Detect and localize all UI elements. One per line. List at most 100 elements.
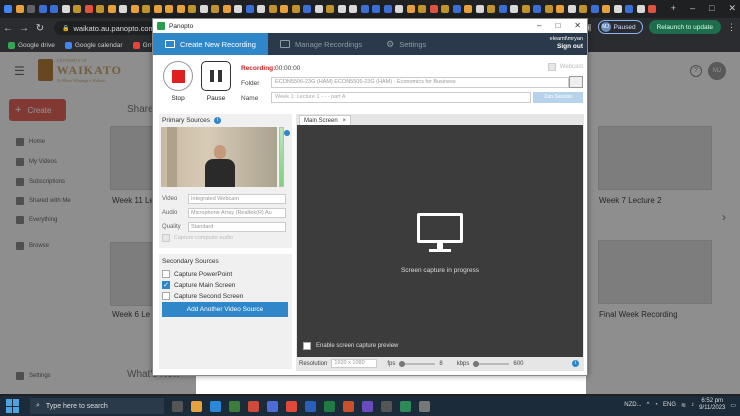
bookmark-google-calendar[interactable]: Google calendar — [64, 41, 123, 49]
reload-icon[interactable]: ↻ — [32, 23, 48, 34]
tab-favicon[interactable] — [38, 5, 47, 13]
sign-out-link[interactable]: Sign out — [550, 43, 583, 51]
name-input[interactable]: Week 1: Lecture 1 - - - part A — [271, 92, 531, 103]
task-view-icon[interactable] — [172, 400, 183, 412]
tab-favicon[interactable] — [4, 5, 12, 13]
chevron-up-icon[interactable]: ^ — [647, 402, 650, 408]
chrome-icon[interactable] — [286, 400, 297, 412]
close-icon[interactable]: ✕ — [574, 21, 581, 30]
tab-favicon[interactable] — [257, 5, 265, 13]
tab-favicon[interactable] — [280, 5, 288, 13]
tab-favicon[interactable] — [130, 5, 139, 13]
tab-favicon[interactable] — [188, 5, 196, 13]
url-field[interactable]: 🔒 waikato.au.panopto.com/Pa — [54, 21, 154, 35]
close-tab-icon[interactable]: × — [342, 118, 346, 124]
tab-favicon[interactable] — [27, 5, 35, 13]
stop-button[interactable] — [163, 61, 193, 91]
maximize-icon[interactable]: □ — [555, 21, 560, 30]
tab-favicon[interactable] — [602, 5, 610, 13]
app-icon[interactable] — [419, 400, 430, 412]
tab-favicon[interactable] — [625, 5, 633, 13]
tab-favicon[interactable] — [395, 5, 403, 13]
webcast-checkbox[interactable]: Webcast — [547, 63, 583, 71]
tab-favicon[interactable] — [337, 5, 346, 13]
tab-favicon[interactable] — [372, 5, 380, 13]
tab-create-new-recording[interactable]: Create New Recording — [153, 33, 268, 55]
close-icon[interactable]: ✕ — [728, 3, 736, 14]
clock[interactable]: 6:52 pm 9/11/2023 — [699, 398, 725, 412]
kbps-slider-knob[interactable] — [473, 360, 480, 367]
back-icon[interactable]: ← — [0, 23, 16, 34]
checkbox[interactable] — [162, 234, 170, 242]
folder-select[interactable]: ECON5506-23G (HAM) ECON5506-23G (HAM) - … — [271, 77, 569, 88]
minimize-icon[interactable]: – — [690, 3, 695, 14]
taskbar-search[interactable]: ⌕ Type here to search — [30, 398, 164, 414]
tab-favicon[interactable] — [61, 5, 70, 13]
menu-icon[interactable]: ⋮ — [727, 22, 736, 33]
tab-favicon[interactable] — [15, 5, 24, 13]
tab-favicon[interactable] — [291, 5, 300, 13]
app-icon[interactable] — [229, 400, 240, 412]
checkbox[interactable] — [162, 292, 170, 300]
info-icon[interactable]: i — [214, 117, 222, 124]
tab-favicon[interactable] — [418, 5, 426, 13]
volume-icon[interactable]: ♪ — [691, 402, 694, 408]
tab-favicon[interactable] — [533, 5, 541, 13]
capture-main-screen-checkbox[interactable]: ✓ Capture Main Screen — [162, 281, 235, 289]
pause-button[interactable] — [201, 61, 231, 91]
tab-favicon[interactable] — [211, 5, 219, 13]
capture-computer-audio-checkbox[interactable]: Capture computer audio — [162, 234, 233, 242]
kbps-slider[interactable] — [473, 360, 510, 367]
tab-favicon[interactable] — [556, 5, 564, 13]
language-indicator[interactable]: ENG — [663, 402, 676, 408]
tab-favicon[interactable] — [176, 5, 185, 13]
tab-favicon[interactable] — [234, 5, 242, 13]
forward-icon[interactable]: → — [16, 23, 32, 34]
tab-favicon[interactable] — [429, 5, 438, 13]
resolution-select[interactable]: 1920 x 1080 — [331, 359, 378, 368]
video-source-select[interactable]: Integrated Webcam — [188, 194, 286, 204]
tab-favicon[interactable] — [475, 5, 484, 13]
tab-favicon[interactable] — [142, 5, 150, 13]
checkbox[interactable] — [547, 63, 556, 71]
tab-favicon[interactable] — [303, 5, 311, 13]
tab-favicon[interactable] — [360, 5, 369, 13]
audio-level-slider[interactable] — [284, 130, 290, 136]
network-icon[interactable]: ◔ — [654, 402, 658, 408]
folder-dropdown-button[interactable] — [569, 76, 583, 88]
tab-favicon[interactable] — [165, 5, 173, 13]
app-icon[interactable] — [381, 400, 392, 412]
powerpoint-icon[interactable] — [343, 400, 354, 412]
tab-favicon[interactable] — [510, 5, 518, 13]
tab-favicon[interactable] — [406, 5, 415, 13]
notifications-icon[interactable]: ▭ — [730, 402, 736, 409]
add-video-source-button[interactable]: Add Another Video Source — [162, 302, 288, 317]
tab-manage-recordings[interactable]: Manage Recordings — [268, 33, 374, 55]
tab-favicon[interactable] — [636, 5, 645, 13]
checkbox[interactable] — [162, 270, 170, 278]
tab-favicon[interactable] — [245, 5, 254, 13]
tab-favicon[interactable] — [544, 5, 553, 13]
tab-favicon[interactable] — [84, 5, 93, 13]
word-icon[interactable] — [305, 400, 316, 412]
tab-favicon[interactable] — [96, 5, 104, 13]
app-icon[interactable] — [267, 400, 278, 412]
tab-settings[interactable]: ⚙ Settings — [374, 33, 438, 55]
new-tab-icon[interactable]: + — [671, 3, 676, 14]
tab-favicon[interactable] — [567, 5, 576, 13]
wifi-icon[interactable]: ≋ — [681, 402, 686, 409]
file-explorer-icon[interactable] — [191, 400, 202, 412]
enable-preview-checkbox[interactable]: Enable screen capture preview — [303, 342, 398, 350]
audio-source-select[interactable]: Microphone Array (Realtek(R) Au — [188, 208, 286, 218]
tab-favicon[interactable] — [383, 5, 392, 13]
maximize-icon[interactable]: □ — [709, 3, 714, 14]
minimize-icon[interactable]: – — [537, 21, 541, 30]
tab-favicon[interactable] — [452, 5, 461, 13]
tab-favicon[interactable] — [107, 5, 116, 13]
tab-favicon[interactable] — [349, 5, 357, 13]
tab-favicon[interactable] — [498, 5, 507, 13]
join-session-button[interactable]: Join Session — [533, 92, 583, 103]
tab-favicon[interactable] — [268, 5, 277, 13]
tab-favicon[interactable] — [222, 5, 231, 13]
windows-start-icon[interactable] — [6, 399, 20, 413]
